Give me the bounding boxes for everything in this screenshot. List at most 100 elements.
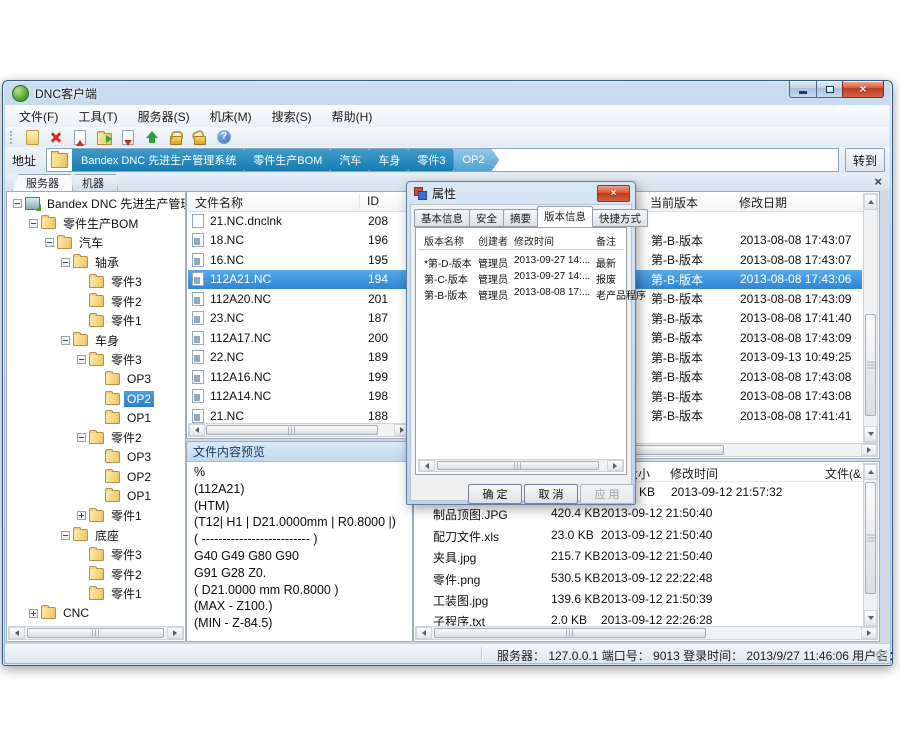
attachment-row[interactable]: 制品顶图.JPG420.4 KB2013-09-12 21:50:40 bbox=[415, 503, 862, 524]
menu-help[interactable]: 帮助(H) bbox=[322, 105, 383, 128]
tab-summary[interactable]: 摘要 bbox=[503, 209, 538, 227]
cancel-button[interactable]: 取 消 bbox=[524, 484, 578, 504]
breadcrumb-bom[interactable]: 零件生产BOM bbox=[244, 149, 337, 171]
breadcrumb-part3[interactable]: 零件3 bbox=[408, 149, 460, 171]
scroll-right-icon[interactable] bbox=[861, 627, 877, 639]
column-modified-time[interactable]: 修改时间 bbox=[514, 233, 554, 248]
collapse-icon[interactable] bbox=[45, 238, 54, 247]
apply-button[interactable]: 应 用 bbox=[580, 484, 634, 504]
tree-node-root[interactable]: Bandex DNC 先进生产管理系统 bbox=[7, 194, 185, 214]
tab-shortcut[interactable]: 快捷方式 bbox=[592, 209, 648, 227]
collapse-icon[interactable] bbox=[61, 258, 70, 267]
tree-node[interactable]: OP3 bbox=[7, 370, 185, 390]
menu-file[interactable]: 文件(F) bbox=[9, 105, 68, 128]
scroll-left-icon[interactable] bbox=[9, 627, 25, 639]
collapse-icon[interactable] bbox=[77, 355, 86, 364]
attachments-vscrollbar[interactable] bbox=[863, 463, 878, 627]
file-row[interactable]: 21.NC.dnclnk208 bbox=[188, 211, 411, 231]
scroll-left-icon[interactable] bbox=[419, 460, 435, 471]
tab-security[interactable]: 安全 bbox=[469, 209, 504, 227]
menu-machine[interactable]: 机床(M) bbox=[200, 105, 262, 128]
file-row[interactable]: 18.NC196 bbox=[188, 231, 411, 251]
tree-node[interactable]: 轴承 bbox=[7, 253, 185, 273]
dialog-title-bar[interactable]: 属性 × bbox=[407, 182, 635, 204]
tree-node[interactable]: 汽车 bbox=[7, 233, 185, 253]
tree-node[interactable]: 零件2 bbox=[7, 292, 185, 312]
tree-node[interactable]: 零件1 bbox=[7, 506, 185, 526]
scroll-down-icon[interactable] bbox=[864, 426, 877, 442]
column-version-name[interactable]: 版本名称 bbox=[424, 233, 464, 248]
scroll-left-icon[interactable] bbox=[189, 424, 205, 436]
tree-node[interactable]: 零件3 bbox=[7, 545, 185, 565]
go-button[interactable]: 转到 bbox=[845, 148, 885, 172]
file-row[interactable]: 112A16.NC199 bbox=[188, 367, 411, 387]
tree-node[interactable]: 零件2 bbox=[7, 565, 185, 585]
tree-node[interactable]: OP2 bbox=[7, 467, 185, 487]
upload-button[interactable] bbox=[143, 129, 161, 146]
file-list-hscrollbar[interactable] bbox=[188, 423, 411, 437]
breadcrumb-op2[interactable]: OP2 bbox=[453, 149, 499, 171]
file-row[interactable]: 112A17.NC200 bbox=[188, 328, 411, 348]
title-bar[interactable]: DNC客户端 × bbox=[3, 81, 892, 105]
file-row[interactable]: 112A14.NC198 bbox=[188, 387, 411, 407]
tab-basic-info[interactable]: 基本信息 bbox=[414, 209, 470, 227]
breadcrumb-root[interactable]: Bandex DNC 先进生产管理系统 bbox=[72, 149, 251, 171]
file-row[interactable]: 112A20.NC201 bbox=[188, 289, 411, 309]
scroll-up-icon[interactable] bbox=[864, 194, 877, 210]
menu-server[interactable]: 服务器(S) bbox=[128, 105, 200, 128]
collapse-icon[interactable] bbox=[13, 199, 22, 208]
toolbar-grip[interactable] bbox=[10, 131, 14, 144]
check-out-button[interactable] bbox=[119, 129, 137, 146]
file-row-selected[interactable]: 112A21.NC194 bbox=[188, 270, 411, 290]
tab-server[interactable]: 服务器 bbox=[12, 174, 73, 191]
delete-button[interactable] bbox=[47, 129, 65, 146]
tree-node[interactable]: 车身 bbox=[7, 331, 185, 351]
maximize-button[interactable] bbox=[816, 81, 842, 98]
attachment-row[interactable]: 零件.png530.5 KB2013-09-12 22:22:48 bbox=[415, 568, 862, 589]
collapse-icon[interactable] bbox=[61, 336, 70, 345]
import-button[interactable] bbox=[95, 129, 113, 146]
expand-icon[interactable] bbox=[77, 511, 86, 520]
tree-node[interactable]: 零件1 bbox=[7, 584, 185, 604]
ok-button[interactable]: 确 定 bbox=[468, 484, 522, 504]
tree-node-selected[interactable]: OP2 bbox=[7, 389, 185, 409]
resize-grip-icon[interactable] bbox=[876, 649, 887, 660]
tree-node[interactable]: 零件2 bbox=[7, 428, 185, 448]
file-row[interactable]: 16.NC195 bbox=[188, 250, 411, 270]
tree-node[interactable]: 底座 bbox=[7, 526, 185, 546]
help-button[interactable] bbox=[215, 129, 233, 146]
tab-machine[interactable]: 机器 bbox=[68, 174, 118, 191]
tree-node[interactable]: 零件1 bbox=[7, 311, 185, 331]
scroll-right-icon[interactable] bbox=[861, 444, 877, 456]
close-button[interactable]: × bbox=[842, 81, 884, 98]
attachment-row[interactable]: 工装图.jpg139.6 KB2013-09-12 21:50:39 bbox=[415, 589, 862, 610]
column-note[interactable]: 备注 bbox=[596, 233, 616, 248]
tab-version-info[interactable]: 版本信息 bbox=[537, 206, 593, 227]
scroll-right-icon[interactable] bbox=[607, 460, 623, 471]
scroll-up-icon[interactable] bbox=[864, 464, 877, 480]
lock-button[interactable] bbox=[167, 129, 185, 146]
collapse-icon[interactable] bbox=[77, 433, 86, 442]
collapse-icon[interactable] bbox=[29, 219, 38, 228]
column-creator[interactable]: 创建者 bbox=[478, 233, 508, 248]
file-row[interactable]: 22.NC189 bbox=[188, 348, 411, 368]
tree-node[interactable]: OP1 bbox=[7, 487, 185, 507]
column-name[interactable]: 文件名称 bbox=[195, 194, 243, 211]
address-field[interactable]: Bandex DNC 先进生产管理系统 零件生产BOM 汽车 车身 零件3 OP… bbox=[46, 148, 839, 172]
expand-icon[interactable] bbox=[29, 609, 38, 618]
close-pane-icon[interactable]: × bbox=[874, 174, 882, 189]
tree-node[interactable]: OP1 bbox=[7, 409, 185, 429]
column-id[interactable]: ID bbox=[367, 194, 379, 208]
tree-node[interactable]: OP3 bbox=[7, 448, 185, 468]
scroll-right-icon[interactable] bbox=[167, 627, 183, 639]
scroll-left-icon[interactable] bbox=[416, 627, 432, 639]
column-current-version[interactable]: 当前版本 bbox=[650, 194, 698, 211]
tree-hscrollbar[interactable] bbox=[8, 626, 184, 640]
column-modified-date[interactable]: 修改日期 bbox=[739, 194, 787, 211]
check-in-button[interactable] bbox=[71, 129, 89, 146]
attachment-row[interactable]: 夹具.jpg215.7 KB2013-09-12 21:50:40 bbox=[415, 546, 862, 567]
collapse-icon[interactable] bbox=[61, 531, 70, 540]
menu-tools[interactable]: 工具(T) bbox=[68, 105, 127, 128]
column-file[interactable]: 文件(& bbox=[825, 465, 861, 482]
column-time[interactable]: 修改时间 bbox=[670, 465, 718, 482]
